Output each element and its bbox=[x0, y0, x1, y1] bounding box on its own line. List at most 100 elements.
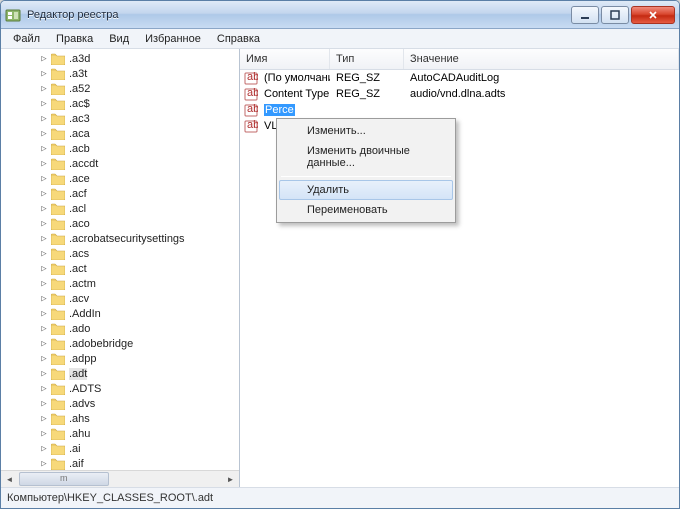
scroll-left-arrow[interactable]: ◄ bbox=[1, 471, 18, 488]
expand-icon[interactable]: ▷ bbox=[39, 249, 49, 259]
column-name[interactable]: Имя bbox=[240, 49, 330, 69]
expand-icon[interactable]: ▷ bbox=[39, 114, 49, 124]
registry-tree[interactable]: ▷.a3d▷.a3t▷.a52▷.ac$▷.ac3▷.aca▷.acb▷.acc… bbox=[1, 49, 239, 470]
tree-item[interactable]: ▷.ado bbox=[7, 321, 239, 336]
expand-icon[interactable]: ▷ bbox=[39, 324, 49, 334]
tree-item[interactable]: ▷.aca bbox=[7, 126, 239, 141]
tree-item[interactable]: ▷ .act bbox=[7, 261, 239, 276]
expand-icon[interactable]: ▷ bbox=[39, 204, 49, 214]
expand-icon[interactable]: ▷ bbox=[39, 399, 49, 409]
expand-icon[interactable]: ▷ bbox=[39, 159, 49, 169]
tree-item[interactable]: ▷ .acv bbox=[7, 291, 239, 306]
tree-item-label: .acb bbox=[69, 143, 90, 155]
menu-view[interactable]: Вид bbox=[101, 31, 137, 47]
tree-item-label: .a3d bbox=[69, 53, 90, 65]
tree-item[interactable]: ▷.AddIn bbox=[7, 306, 239, 321]
status-path: Компьютер\HKEY_CLASSES_ROOT\.adt bbox=[7, 492, 213, 504]
tree-item[interactable]: ▷.ac$ bbox=[7, 96, 239, 111]
expand-icon[interactable]: ▷ bbox=[39, 459, 49, 469]
maximize-button[interactable] bbox=[601, 6, 629, 24]
horizontal-scrollbar[interactable]: ◄ m ► bbox=[1, 470, 239, 487]
tree-item[interactable]: ▷.advs bbox=[7, 396, 239, 411]
tree-item[interactable]: ▷.ai bbox=[7, 441, 239, 456]
expand-icon[interactable]: ▷ bbox=[39, 264, 49, 274]
column-value[interactable]: Значение bbox=[404, 49, 679, 69]
expand-icon[interactable]: ▷ bbox=[39, 69, 49, 79]
tree-item[interactable]: ▷.acf bbox=[7, 186, 239, 201]
menu-help[interactable]: Справка bbox=[209, 31, 268, 47]
expand-icon[interactable]: ▷ bbox=[39, 309, 49, 319]
tree-item[interactable]: ▷ .a3d bbox=[7, 51, 239, 66]
expand-icon[interactable]: ▷ bbox=[39, 279, 49, 289]
tree-item[interactable]: ▷.ace bbox=[7, 171, 239, 186]
expand-icon[interactable]: ▷ bbox=[39, 354, 49, 364]
ctx-rename[interactable]: Переименовать bbox=[279, 200, 453, 220]
menu-favorites[interactable]: Избранное bbox=[137, 31, 209, 47]
value-data: AutoCADAuditLog bbox=[404, 72, 679, 84]
minimize-button[interactable] bbox=[571, 6, 599, 24]
tree-item[interactable]: ▷.actm bbox=[7, 276, 239, 291]
tree-item[interactable]: ▷.ADTS bbox=[7, 381, 239, 396]
menu-edit[interactable]: Правка bbox=[48, 31, 101, 47]
tree-item[interactable]: ▷.adpp bbox=[7, 351, 239, 366]
expand-icon[interactable]: ▷ bbox=[39, 99, 49, 109]
expand-icon[interactable]: ▷ bbox=[39, 84, 49, 94]
tree-item[interactable]: ▷ .ahu bbox=[7, 426, 239, 441]
tree-item[interactable]: ▷.aif bbox=[7, 456, 239, 470]
tree-item[interactable]: ▷ .ac3 bbox=[7, 111, 239, 126]
folder-icon bbox=[51, 113, 65, 125]
scroll-thumb[interactable]: m bbox=[19, 472, 109, 486]
value-row[interactable]: abPerce bbox=[240, 102, 679, 118]
folder-icon bbox=[51, 143, 65, 155]
expand-icon[interactable]: ▷ bbox=[39, 429, 49, 439]
expand-icon[interactable]: ▷ bbox=[39, 189, 49, 199]
tree-item[interactable]: ▷.a3t bbox=[7, 66, 239, 81]
tree-item[interactable]: ▷.acs bbox=[7, 246, 239, 261]
tree-item-label: .adobebridge bbox=[69, 338, 133, 350]
expand-icon[interactable]: ▷ bbox=[39, 369, 49, 379]
expand-icon[interactable]: ▷ bbox=[39, 174, 49, 184]
tree-item[interactable]: ▷ .acb bbox=[7, 141, 239, 156]
close-button[interactable] bbox=[631, 6, 675, 24]
ctx-delete[interactable]: Удалить bbox=[279, 180, 453, 200]
ctx-modify-binary[interactable]: Изменить двоичные данные... bbox=[279, 141, 453, 173]
expand-icon[interactable]: ▷ bbox=[39, 339, 49, 349]
expand-icon[interactable]: ▷ bbox=[39, 144, 49, 154]
menu-file[interactable]: Файл bbox=[5, 31, 48, 47]
folder-icon bbox=[51, 353, 65, 365]
value-name: (По умолчанию) bbox=[258, 72, 330, 84]
folder-icon bbox=[51, 128, 65, 140]
folder-icon bbox=[51, 173, 65, 185]
expand-icon[interactable]: ▷ bbox=[39, 129, 49, 139]
expand-icon[interactable]: ▷ bbox=[39, 234, 49, 244]
tree-item[interactable]: ▷.acrobatsecuritysettings bbox=[7, 231, 239, 246]
ctx-modify[interactable]: Изменить... bbox=[279, 121, 453, 141]
scroll-right-arrow[interactable]: ► bbox=[222, 471, 239, 488]
tree-item[interactable]: ▷ .adobebridge bbox=[7, 336, 239, 351]
expand-icon[interactable]: ▷ bbox=[39, 384, 49, 394]
tree-item[interactable]: ▷.aco bbox=[7, 216, 239, 231]
folder-icon bbox=[51, 68, 65, 80]
tree-item-label: .ahu bbox=[69, 428, 90, 440]
tree-item[interactable]: ▷.accdt bbox=[7, 156, 239, 171]
tree-item[interactable]: ▷.adt bbox=[7, 366, 239, 381]
titlebar[interactable]: Редактор реестра bbox=[1, 1, 679, 29]
value-row[interactable]: abContent TypeREG_SZaudio/vnd.dlna.adts bbox=[240, 86, 679, 102]
expand-icon[interactable]: ▷ bbox=[39, 444, 49, 454]
tree-item[interactable]: ▷.a52 bbox=[7, 81, 239, 96]
folder-icon bbox=[51, 218, 65, 230]
expand-icon[interactable]: ▷ bbox=[39, 294, 49, 304]
expand-icon[interactable]: ▷ bbox=[39, 54, 49, 64]
folder-icon bbox=[51, 293, 65, 305]
tree-item[interactable]: ▷.acl bbox=[7, 201, 239, 216]
column-type[interactable]: Тип bbox=[330, 49, 404, 69]
tree-item-label: .ac3 bbox=[69, 113, 90, 125]
expand-icon[interactable]: ▷ bbox=[39, 414, 49, 424]
list-header: Имя Тип Значение bbox=[240, 49, 679, 70]
tree-item-label: .acv bbox=[69, 293, 89, 305]
expand-icon[interactable]: ▷ bbox=[39, 219, 49, 229]
tree-item[interactable]: ▷.ahs bbox=[7, 411, 239, 426]
value-row[interactable]: ab(По умолчанию)REG_SZAutoCADAuditLog bbox=[240, 70, 679, 86]
tree-item-label: .act bbox=[69, 263, 87, 275]
values-list[interactable]: ab(По умолчанию)REG_SZAutoCADAuditLogabC… bbox=[240, 70, 679, 487]
